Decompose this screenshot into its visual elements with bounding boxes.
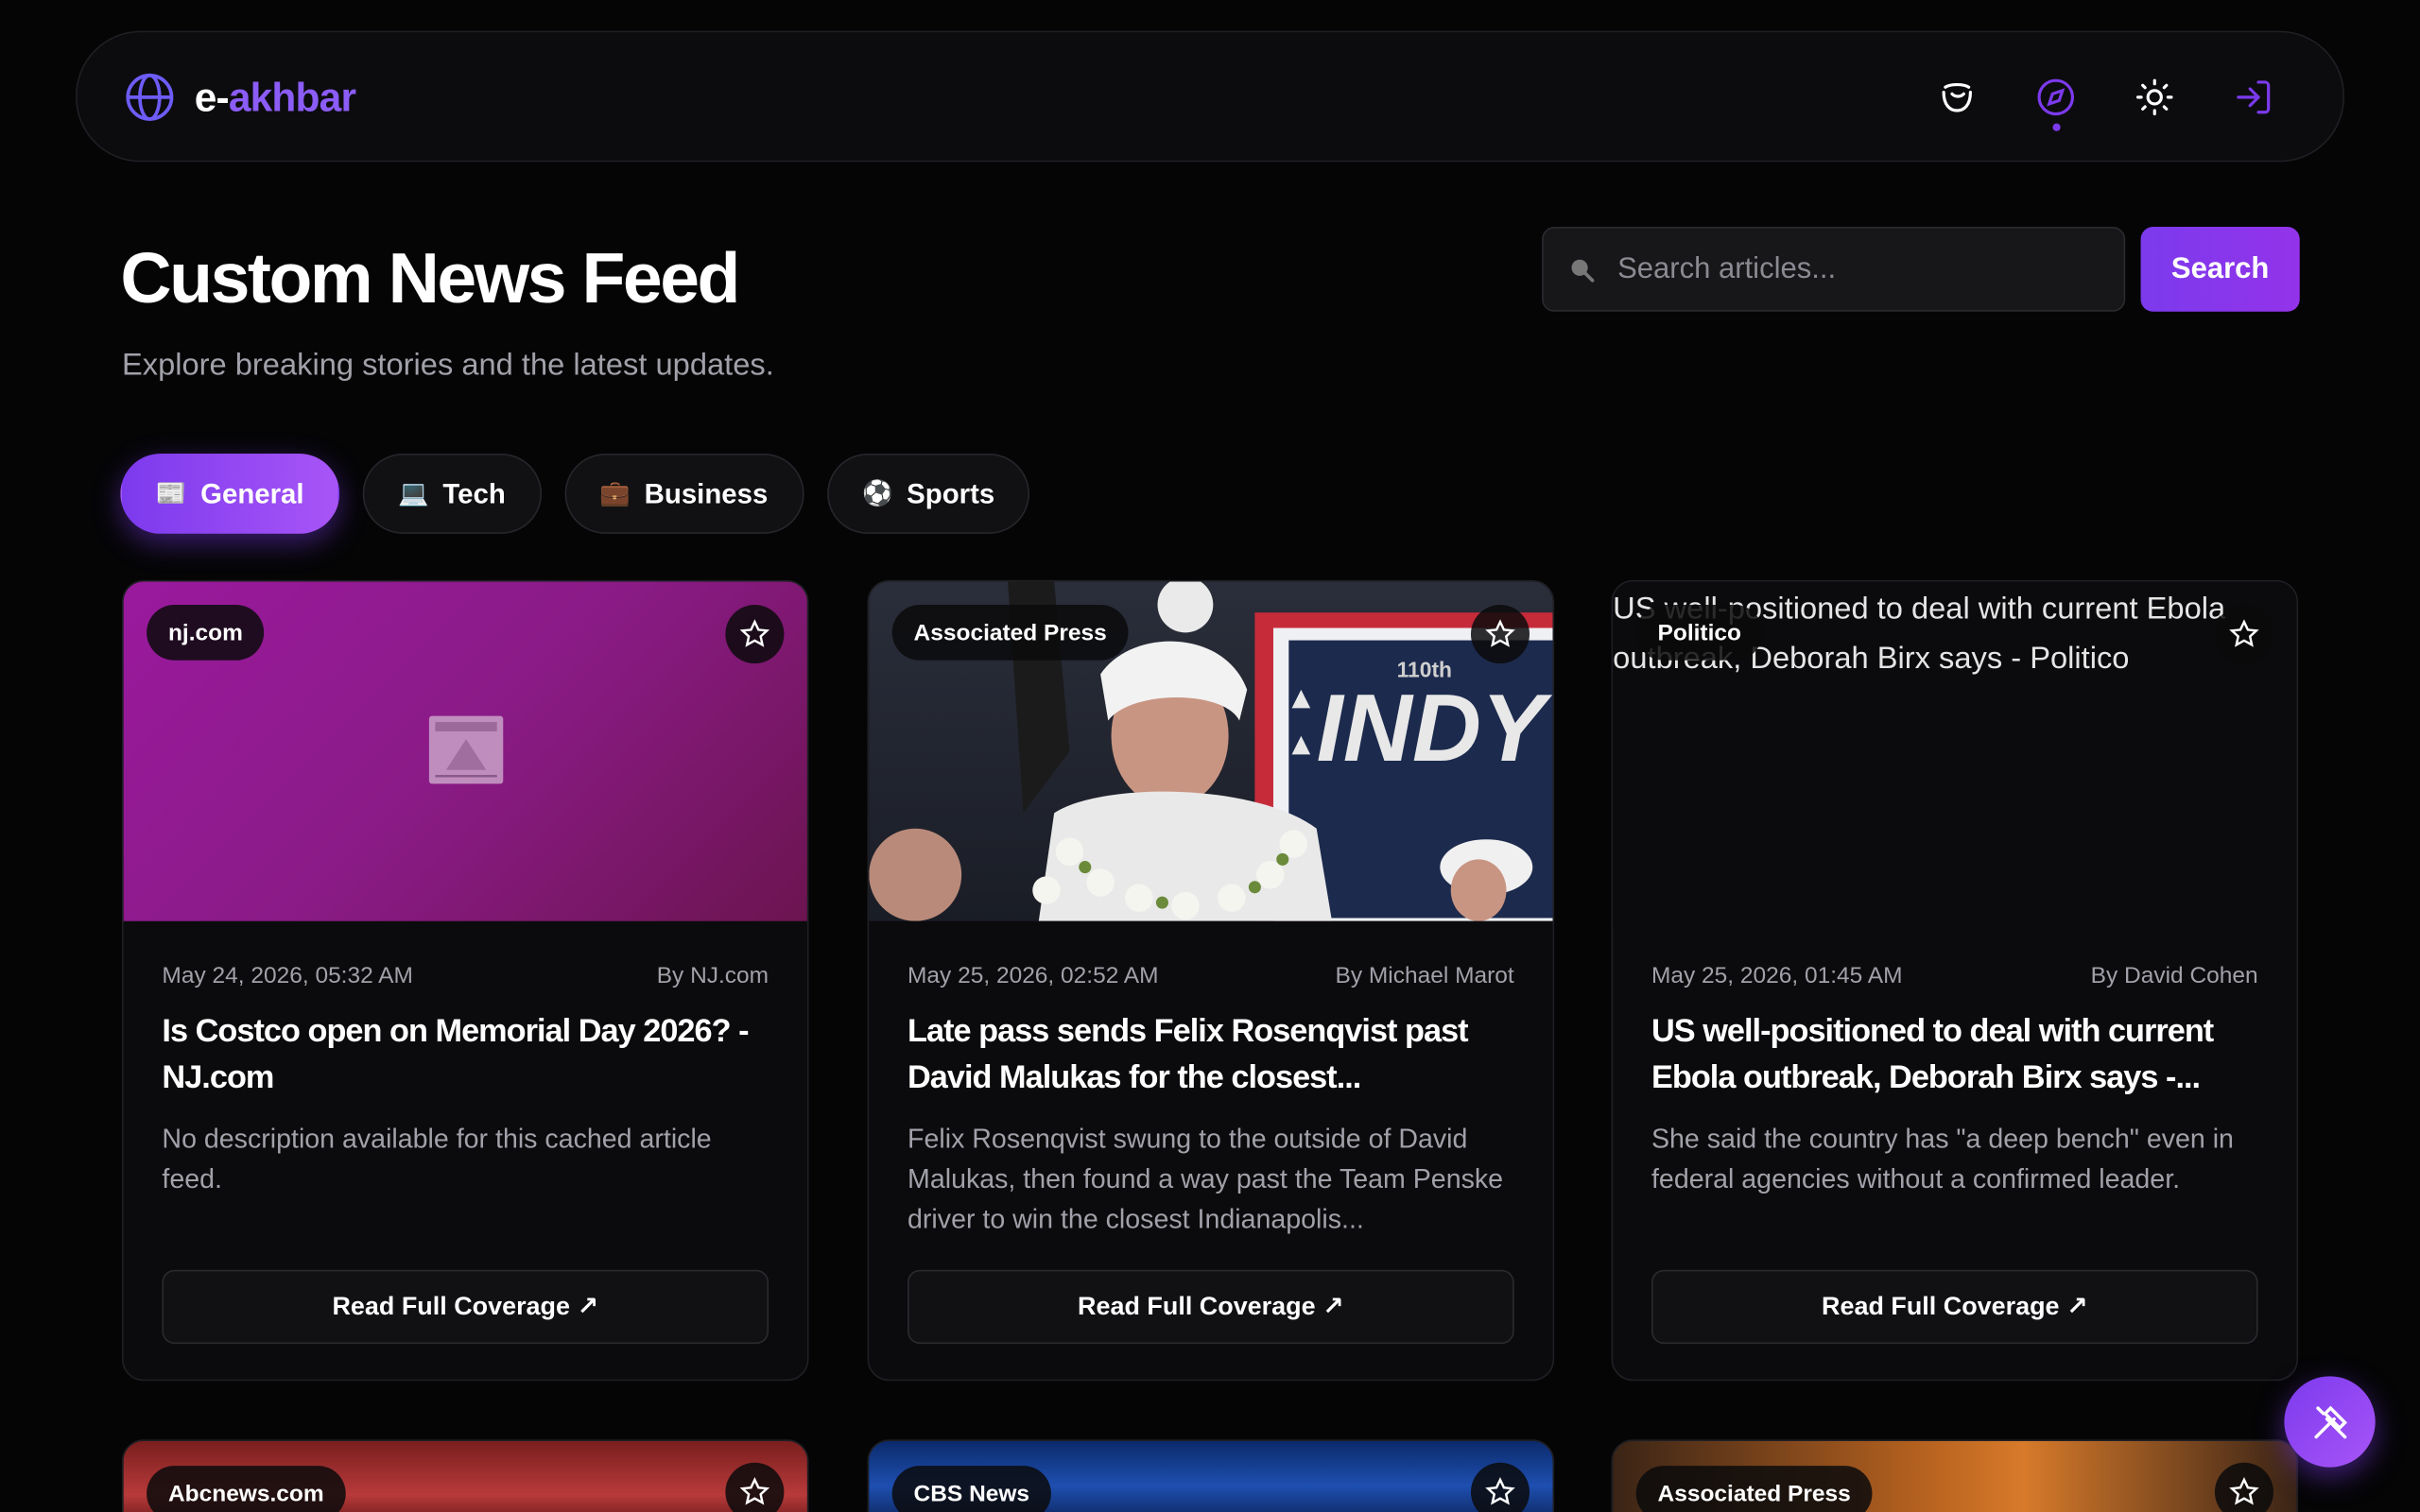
article-description: Felix Rosenqvist swung to the outside of… — [908, 1123, 1504, 1235]
source-badge: nj.com — [147, 605, 265, 661]
tab-tech[interactable]: 💻 Tech — [362, 454, 542, 534]
tools-fab-button[interactable] — [2284, 1376, 2376, 1468]
article-author: By David Cohen — [2090, 962, 2258, 989]
tools-icon — [2313, 1404, 2347, 1438]
bookmark-star-button[interactable] — [725, 1462, 785, 1512]
tab-label: Business — [644, 477, 769, 508]
article-title[interactable]: Is Costco open on Memorial Day 2026? - N… — [162, 1009, 769, 1102]
source-badge: CBS News — [891, 1466, 1051, 1512]
sun-icon[interactable] — [2127, 66, 2183, 128]
read-full-coverage-button[interactable]: Read Full Coverage ↗ — [162, 1269, 769, 1345]
article-description: She said the country has "a deep bench" … — [1651, 1123, 2234, 1194]
source-badge: Associated Press — [891, 605, 1129, 661]
star-icon — [739, 619, 770, 647]
read-full-coverage-button[interactable]: Read Full Coverage ↗ — [908, 1269, 1514, 1345]
brand[interactable]: e-akhbar — [124, 71, 356, 124]
source-badge: Politico — [1635, 605, 1763, 661]
star-icon — [2229, 1477, 2259, 1505]
indy-year-text: 110th — [1397, 658, 1452, 682]
bookmark-star-button[interactable] — [2214, 605, 2273, 664]
indy-banner-text: INDY — [1317, 675, 1553, 782]
star-icon — [1485, 619, 1515, 647]
article-card: US well-positioned to deal with current … — [1611, 579, 2299, 1382]
tab-business[interactable]: 💼 Business — [563, 454, 804, 534]
article-title[interactable]: US well-positioned to deal with current … — [1651, 1009, 2258, 1102]
article-card: INDY 110th Associated Press May 25, 2026… — [867, 579, 1555, 1382]
search-box — [1542, 227, 2126, 312]
star-icon — [2229, 619, 2259, 647]
globe-icon — [126, 73, 174, 121]
tab-sports[interactable]: ⚽ Sports — [826, 454, 1030, 534]
article-date: May 25, 2026, 01:45 AM — [1651, 962, 1903, 989]
newspaper-icon: 📰 — [155, 481, 187, 508]
page-title: Custom News Feed — [120, 237, 740, 318]
article-card: Abcnews.com — [121, 1439, 809, 1512]
newspaper-icon — [428, 715, 504, 784]
page-subtitle: Explore breaking stories and the latest … — [121, 348, 774, 383]
login-icon[interactable] — [2225, 66, 2281, 128]
article-card: CBS News — [867, 1439, 1555, 1512]
bookmark-star-button[interactable] — [725, 605, 785, 664]
brand-name: e-akhbar — [194, 73, 356, 122]
search-input[interactable] — [1617, 251, 2081, 286]
category-tabs: 📰 General 💻 Tech 💼 Business ⚽ Sports — [120, 454, 1030, 534]
source-badge: Associated Press — [1635, 1466, 1873, 1512]
brand-name-part1: e- — [194, 73, 230, 120]
soccer-ball-icon: ⚽ — [861, 481, 893, 508]
bookmark-star-button[interactable] — [1470, 1462, 1530, 1512]
laptop-icon: 💻 — [398, 481, 429, 508]
chef-hat-icon[interactable] — [1929, 66, 1985, 128]
star-icon — [739, 1477, 770, 1505]
article-author: By NJ.com — [656, 962, 769, 989]
article-author: By Michael Marot — [1335, 962, 1514, 989]
search-icon — [1571, 258, 1595, 282]
article-title[interactable]: Late pass sends Felix Rosenqvist past Da… — [908, 1009, 1514, 1102]
article-meta: May 25, 2026, 01:45 AM By David Cohen — [1651, 963, 2258, 989]
bookmark-star-button[interactable] — [2214, 1462, 2273, 1512]
search-button[interactable]: Search — [2140, 227, 2300, 312]
article-meta: May 25, 2026, 02:52 AM By Michael Marot — [908, 963, 1514, 989]
star-icon — [1485, 1477, 1515, 1505]
tab-label: Sports — [907, 477, 995, 508]
article-date: May 24, 2026, 05:32 AM — [162, 962, 413, 989]
tab-general[interactable]: 📰 General — [120, 454, 340, 534]
top-navbar: e-akhbar — [76, 30, 2345, 163]
article-date: May 25, 2026, 02:52 AM — [908, 962, 1159, 989]
bookmark-star-button[interactable] — [1470, 605, 1530, 664]
article-card: Associated Press — [1611, 1439, 2299, 1512]
tab-label: General — [200, 477, 304, 508]
source-badge: Abcnews.com — [147, 1466, 346, 1512]
article-card: nj.com May 24, 2026, 05:32 AM By NJ.com … — [121, 579, 809, 1382]
compass-icon[interactable] — [2028, 66, 2083, 131]
briefcase-icon: 💼 — [599, 481, 631, 508]
nav-icons — [1929, 66, 2281, 131]
article-meta: May 24, 2026, 05:32 AM By NJ.com — [162, 963, 769, 989]
tab-label: Tech — [442, 477, 506, 508]
article-description: No description available for this cached… — [162, 1123, 712, 1194]
read-full-coverage-button[interactable]: Read Full Coverage ↗ — [1651, 1269, 2258, 1345]
brand-name-part2: akhbar — [228, 73, 356, 120]
